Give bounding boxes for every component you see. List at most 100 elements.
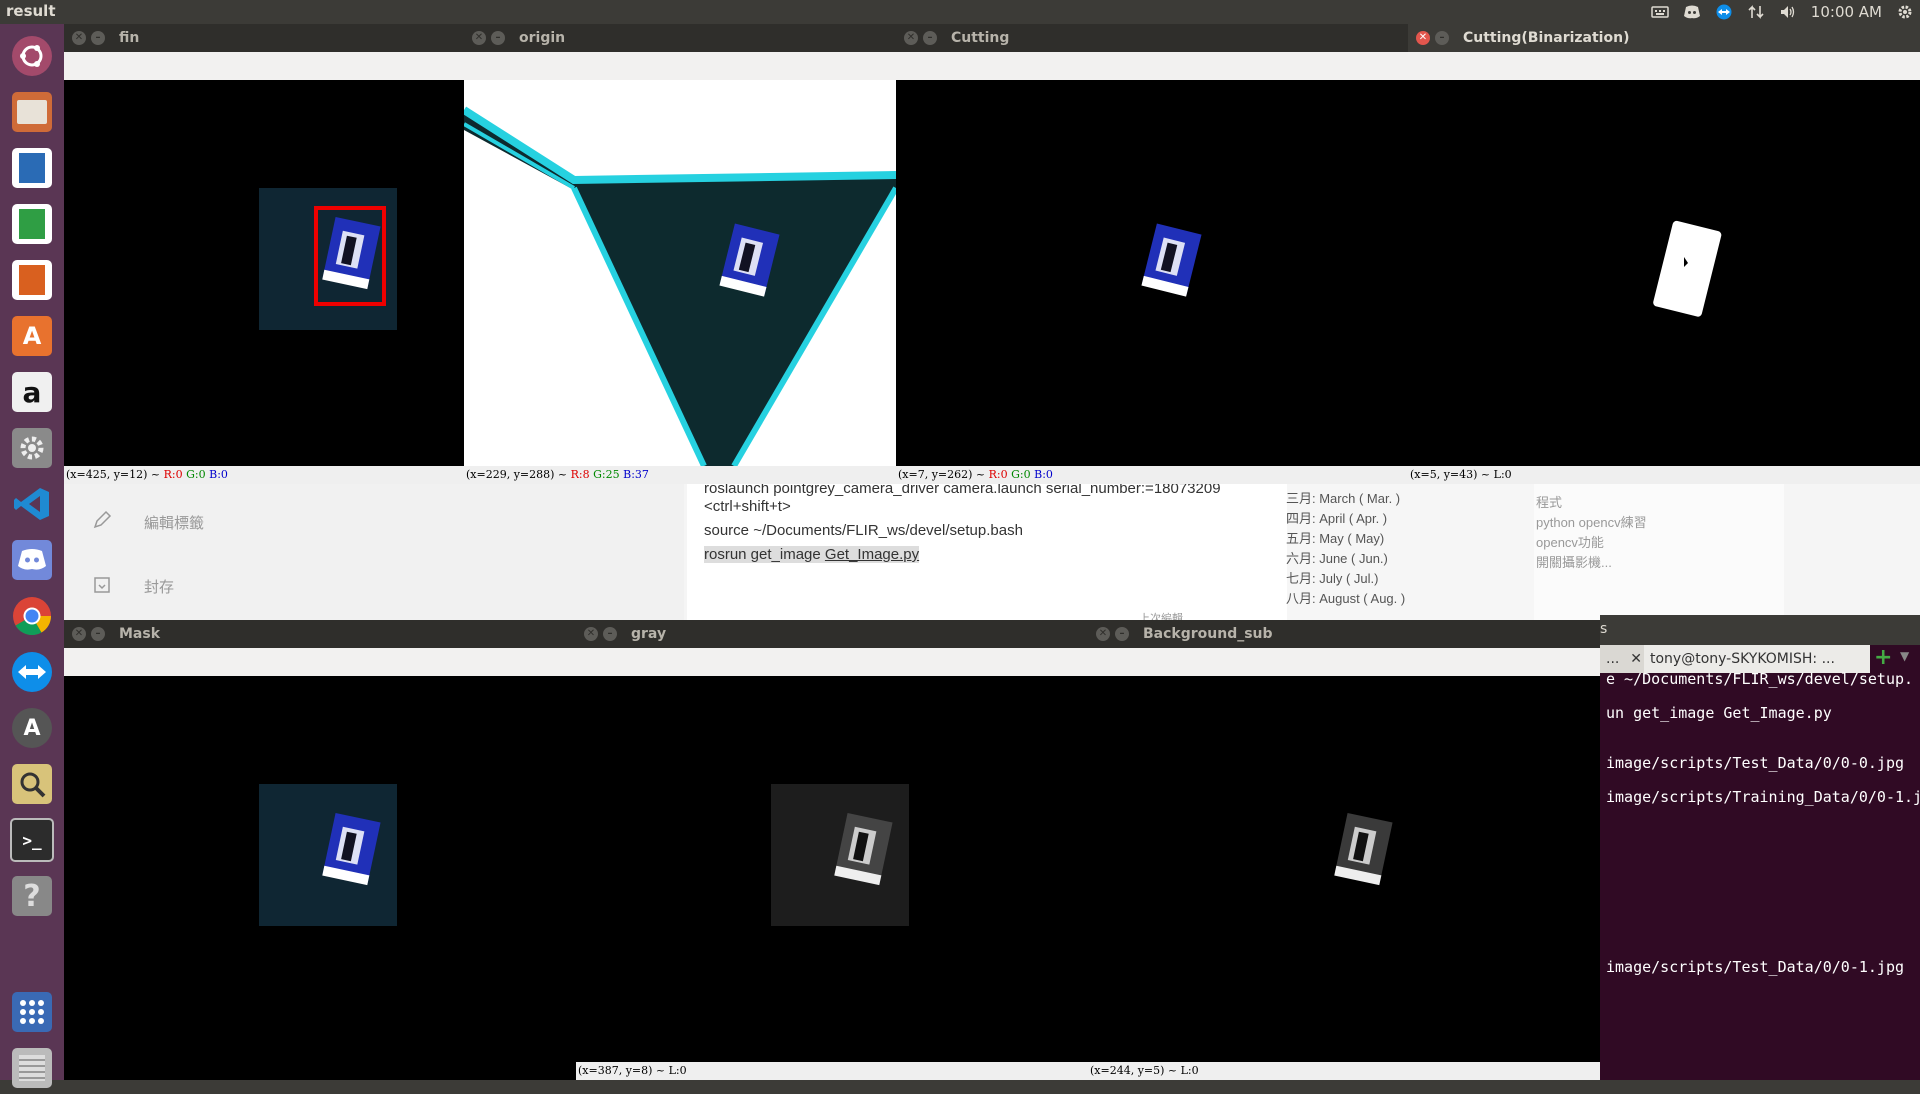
window-mask: ✕ – Mask	[64, 620, 576, 1080]
minimize-icon[interactable]: –	[91, 31, 105, 45]
detection-box	[314, 206, 386, 306]
files-button[interactable]	[6, 86, 58, 138]
terminal-line: e ~/Documents/FLIR_ws/devel/setup.	[1606, 670, 1914, 688]
trash-button[interactable]	[6, 1042, 58, 1094]
side-item: python opencv練習	[1536, 515, 1647, 530]
teamviewer-button[interactable]	[6, 646, 58, 698]
terminal-window: s ... ✕ tony@tony-SKYKOMISH: ... + ▼ e ~/…	[1600, 615, 1920, 1080]
image-viewer-icon	[12, 764, 52, 804]
amazon-button[interactable]: a	[6, 366, 58, 418]
image-canvas[interactable]	[64, 80, 464, 466]
terminal-tab-2[interactable]: tony@tony-SKYKOMISH: ...	[1644, 645, 1870, 673]
system-settings-button[interactable]	[6, 422, 58, 474]
software-updater-icon: A	[12, 708, 52, 748]
minimize-icon[interactable]: –	[491, 31, 505, 45]
show-apps-icon	[12, 992, 52, 1032]
launcher: A a A >_ ?	[0, 24, 64, 1088]
network-icon[interactable]	[1747, 4, 1765, 20]
image-canvas[interactable]	[64, 676, 576, 1080]
script-link[interactable]: Get_Image.py	[825, 546, 919, 563]
teamviewer-icon	[12, 652, 52, 692]
window-background-sub: ✕ – Background_sub (x=244, y=5) ~ L:0	[1088, 620, 1600, 1080]
status-bar: (x=387, y=8) ~ L:0	[576, 1062, 1088, 1080]
image-canvas[interactable]	[896, 80, 1408, 466]
close-icon[interactable]: ✕	[72, 31, 86, 45]
vscode-button[interactable]	[6, 478, 58, 530]
minimize-icon[interactable]: –	[603, 627, 617, 641]
image-canvas[interactable]	[576, 676, 1088, 1062]
tab-menu-icon[interactable]: ▼	[1900, 649, 1909, 663]
side-item: opencv功能	[1536, 535, 1604, 550]
teamviewer-tray-icon[interactable]	[1715, 4, 1733, 20]
active-window-title: result	[6, 2, 56, 20]
discord-icon	[12, 540, 52, 580]
window-title: origin	[519, 30, 566, 46]
window-cutting-binarization: ✕ – Cutting(Binarization) (x=5, y=43) ~ …	[1408, 24, 1920, 484]
discord-tray-icon[interactable]	[1683, 4, 1701, 20]
clock[interactable]: 10:00 AM	[1811, 3, 1882, 21]
archive-icon	[94, 577, 110, 593]
image-canvas[interactable]	[1408, 80, 1920, 466]
book-cover-image	[1334, 812, 1393, 886]
image-canvas[interactable]	[1088, 676, 1600, 1062]
close-icon[interactable]: ✕	[904, 31, 918, 45]
image-viewer-button[interactable]	[6, 758, 58, 810]
software-updater-button[interactable]: A	[6, 702, 58, 754]
toolbar	[64, 648, 576, 676]
discord-button[interactable]	[6, 534, 58, 586]
calc-button[interactable]	[6, 198, 58, 250]
toolbar	[896, 52, 1408, 80]
show-apps-button[interactable]	[6, 986, 58, 1038]
status-bar: (x=425, y=12) ~ R:0 G:0 B:0	[64, 466, 464, 484]
pencil-icon	[93, 510, 112, 529]
calc-icon	[12, 204, 52, 244]
chrome-button[interactable]	[6, 590, 58, 642]
status-bar: (x=229, y=288) ~ R:8 G:25 B:37	[464, 466, 896, 484]
toolbar	[1408, 52, 1920, 80]
toolbar	[576, 648, 1088, 676]
minimize-icon[interactable]: –	[1435, 31, 1449, 45]
minimize-icon[interactable]: –	[1115, 627, 1129, 641]
close-icon[interactable]: ✕	[472, 31, 486, 45]
close-icon[interactable]: ✕	[1630, 645, 1642, 673]
writer-button[interactable]	[6, 142, 58, 194]
minimize-icon[interactable]: –	[91, 627, 105, 641]
gear-icon[interactable]	[1896, 4, 1914, 20]
month-item: 七月: July ( Jul.)	[1286, 571, 1379, 586]
volume-icon[interactable]	[1779, 4, 1797, 20]
window-title: Cutting(Binarization)	[1463, 30, 1630, 46]
minimize-icon[interactable]: –	[923, 31, 937, 45]
close-icon[interactable]: ✕	[584, 627, 598, 641]
software-center-button[interactable]: A	[6, 310, 58, 362]
terminal-button[interactable]: >_	[6, 814, 58, 866]
image-canvas[interactable]	[464, 80, 896, 466]
terminal-tab-1[interactable]: ... ✕	[1600, 645, 1646, 673]
month-item: 四月: April ( Apr. )	[1286, 511, 1388, 526]
files-icon	[12, 92, 52, 132]
status-bar: (x=7, y=262) ~ R:0 G:0 B:0	[896, 466, 1408, 484]
status-bar: (x=5, y=43) ~ L:0	[1408, 466, 1920, 484]
ubuntu-dash-button[interactable]	[6, 30, 58, 82]
note-line-4: rosrun get_image Get_Image.py	[704, 546, 920, 563]
terminal-line: image/scripts/Test_Data/0/0-0.jpg	[1606, 754, 1905, 772]
edit-labels-item[interactable]: 編輯標籤	[144, 512, 204, 533]
close-icon[interactable]: ✕	[1416, 31, 1430, 45]
window-title: fin	[119, 30, 140, 46]
software-center-icon: A	[12, 316, 52, 356]
side-item: 程式	[1536, 495, 1563, 510]
binary-mask-shape	[1653, 220, 1722, 317]
month-item: 八月: August ( Aug. )	[1286, 591, 1406, 606]
close-icon[interactable]: ✕	[72, 627, 86, 641]
impress-button[interactable]	[6, 254, 58, 306]
help-button[interactable]: ?	[6, 870, 58, 922]
month-item: 五月: May ( May)	[1286, 531, 1385, 546]
keyboard-icon[interactable]	[1651, 4, 1669, 20]
status-bar: (x=244, y=5) ~ L:0	[1088, 1062, 1600, 1080]
toolbar	[1088, 648, 1600, 676]
amazon-icon: a	[12, 372, 52, 412]
book-cover-image	[719, 223, 780, 297]
new-tab-icon[interactable]: +	[1874, 645, 1894, 673]
toolbar	[64, 52, 464, 80]
archive-item[interactable]: 封存	[144, 576, 174, 597]
close-icon[interactable]: ✕	[1096, 627, 1110, 641]
